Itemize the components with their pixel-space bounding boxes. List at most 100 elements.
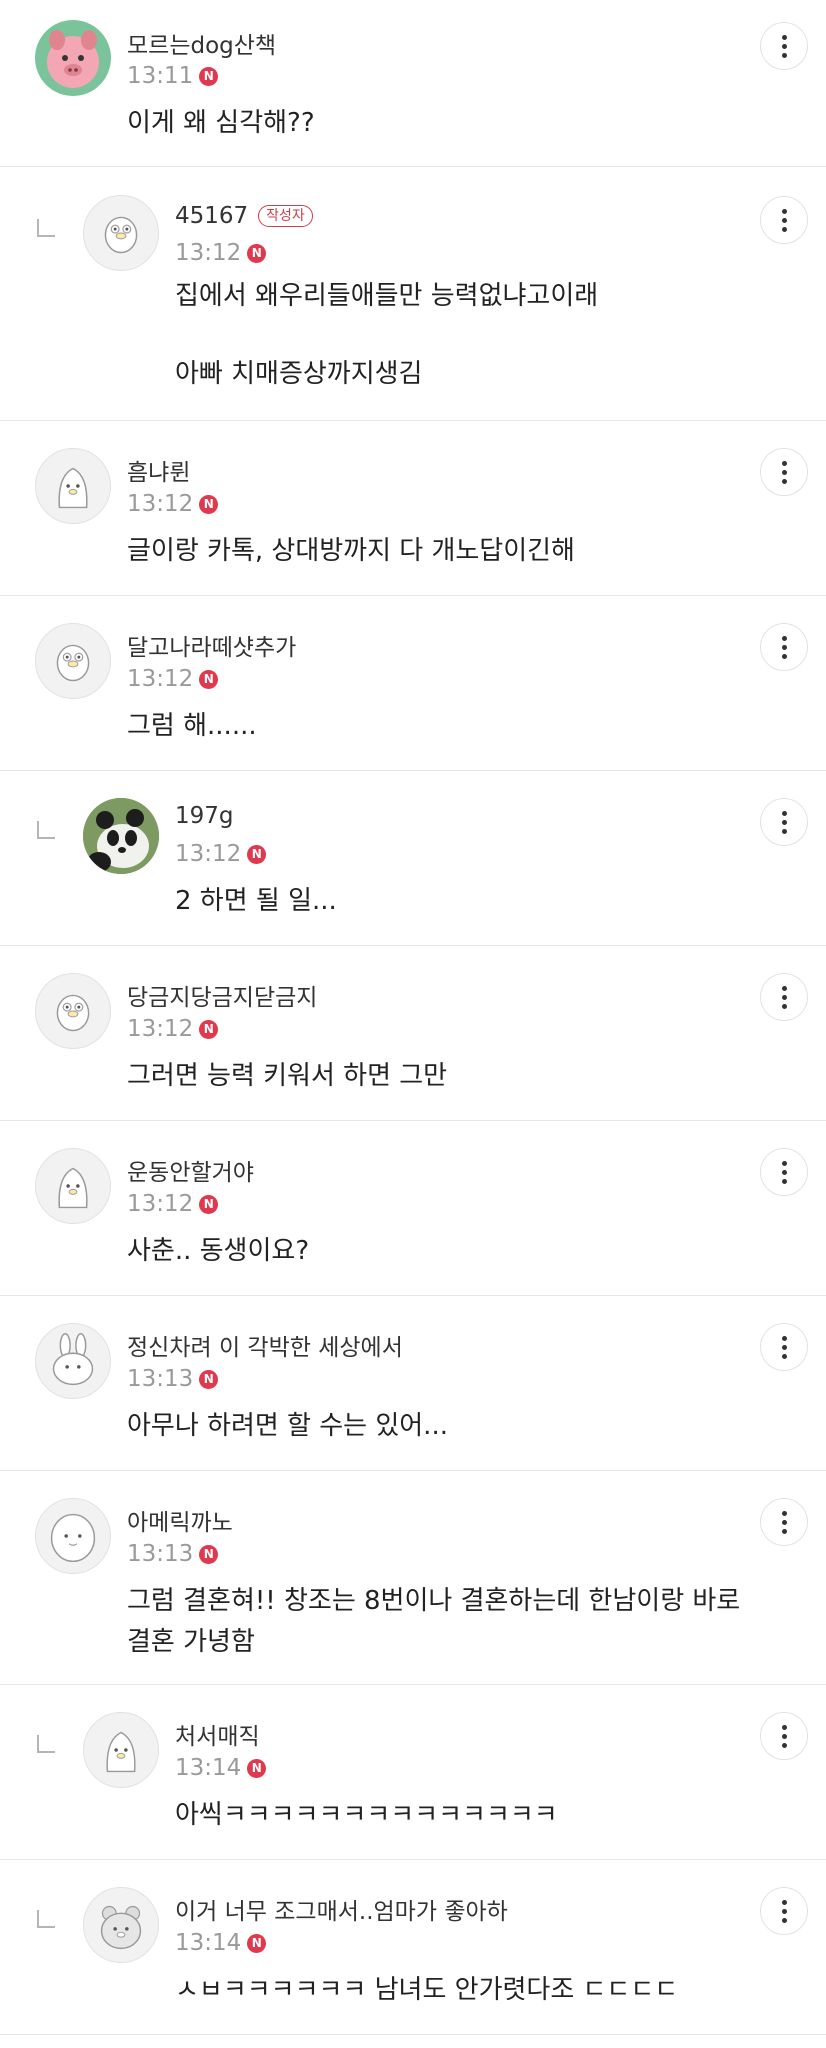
more-options-button[interactable] xyxy=(760,22,808,70)
panda-avatar[interactable] xyxy=(83,798,159,874)
comment-text: 이게 왜 심각해?? xyxy=(127,103,315,144)
comment-text: ㅅㅂㅋㅋㅋㅋㅋㅋ 남녀도 안가렷다조 ㄷㄷㄷㄷ xyxy=(175,1970,678,2011)
comment-text: 글이랑 카톡, 상대방까지 다 개노답이긴해 xyxy=(127,531,575,572)
time-text: 13:12 xyxy=(175,841,242,867)
default-avatar[interactable] xyxy=(35,1148,111,1224)
timestamp: 13:13 N xyxy=(127,1541,219,1567)
nickname-text: 처서매직 xyxy=(175,1724,260,1750)
comment-line xyxy=(175,316,598,355)
time-text: 13:12 xyxy=(127,666,194,692)
comment-line: 그럼 해...... xyxy=(127,711,257,741)
comment-item: 정신차려 이 각박한 세상에서 13:13 N 아무나 하려면 할 수는 있어..… xyxy=(0,1296,826,1471)
more-options-button[interactable] xyxy=(760,1148,808,1196)
comment-item-reply: 이거 너무 조그매서..엄마가 좋아하 13:14 N ㅅㅂㅋㅋㅋㅋㅋㅋ 남녀도 … xyxy=(0,1860,826,2035)
comment-line: 사춘.. 동생이요? xyxy=(127,1236,310,1266)
more-options-button[interactable] xyxy=(760,1887,808,1935)
default-avatar[interactable] xyxy=(35,973,111,1049)
nickname[interactable]: 이거 너무 조그매서..엄마가 좋아하 xyxy=(175,1892,508,1926)
comment-item-reply: 45167 작성자 13:12 N 집에서 왜우리들애들만 능력없냐고이래 아빠 치… xyxy=(0,167,826,421)
reply-arrow-icon xyxy=(37,1910,55,1928)
nickname-text: 달고나라떼샷추가 xyxy=(127,635,297,661)
comment-line: 아무나 하려면 할 수는 있어... xyxy=(127,1411,448,1441)
nickname[interactable]: 정신차려 이 각박한 세상에서 xyxy=(127,1328,403,1362)
nickname[interactable]: 흠냐륀 xyxy=(127,453,190,487)
comment-text: 아씩ㅋㅋㅋㅋㅋㅋㅋㅋㅋㅋㅋㅋㅋㅋ xyxy=(175,1795,558,1836)
nickname-text: 흠냐륀 xyxy=(127,460,191,486)
more-options-button[interactable] xyxy=(760,623,808,671)
nickname[interactable]: 45167 작성자 xyxy=(175,203,313,229)
timestamp: 13:13 N xyxy=(127,1366,219,1392)
default-avatar[interactable] xyxy=(35,1323,111,1399)
new-badge-icon: N xyxy=(199,1369,219,1389)
comment-line: 아빠 치매증상까지생김 xyxy=(175,359,423,389)
more-options-button[interactable] xyxy=(760,973,808,1021)
new-badge-icon: N xyxy=(199,1544,219,1564)
more-options-button[interactable] xyxy=(760,1712,808,1760)
reply-arrow-icon xyxy=(37,821,55,839)
comment-item-reply: 처서매직 13:14 N 아씩ㅋㅋㅋㅋㅋㅋㅋㅋㅋㅋㅋㅋㅋㅋ xyxy=(0,1685,826,1860)
comment-text: 그럼 해...... xyxy=(127,706,257,747)
new-badge-icon: N xyxy=(247,844,267,864)
more-options-button[interactable] xyxy=(760,448,808,496)
more-options-button[interactable] xyxy=(760,196,808,244)
comment-item: 흠냐륀 13:12 N 글이랑 카톡, 상대방까지 다 개노답이긴해 xyxy=(0,421,826,596)
nickname[interactable]: 당금지당금지닫금지 xyxy=(127,978,317,1012)
default-avatar[interactable] xyxy=(83,1712,159,1788)
comment-line: 집에서 왜우리들애들만 능력없냐고이래 xyxy=(175,281,599,311)
reply-arrow-icon xyxy=(37,1735,55,1753)
nickname[interactable]: 197g xyxy=(175,803,234,829)
nickname-text: 197g xyxy=(175,803,234,829)
new-badge-icon: N xyxy=(199,1019,219,1039)
comment-line: 결혼 가녕함 xyxy=(127,1627,255,1657)
nickname-text: 운동안할거야 xyxy=(127,1160,254,1186)
timestamp: 13:12 N xyxy=(127,1191,219,1217)
comment-line: 이게 왜 심각해?? xyxy=(127,108,315,138)
new-badge-icon: N xyxy=(247,1758,267,1778)
comment-text: 그럼 결혼혀!! 창조는 8번이나 결혼하는데 한남이랑 바로 결혼 가녕함 xyxy=(127,1581,740,1663)
comment-text: 2 하면 될 일... xyxy=(175,881,337,922)
author-badge: 작성자 xyxy=(258,205,313,227)
time-text: 13:13 xyxy=(127,1366,194,1392)
time-text: 13:12 xyxy=(175,240,242,266)
comment-item: 아메릭까노 13:13 N 그럼 결혼혀!! 창조는 8번이나 결혼하는데 한남이… xyxy=(0,1471,826,1685)
new-badge-icon: N xyxy=(199,1194,219,1214)
time-text: 13:13 xyxy=(127,1541,194,1567)
nickname-text: 아메릭까노 xyxy=(127,1510,233,1536)
more-options-button[interactable] xyxy=(760,1498,808,1546)
new-badge-icon: N xyxy=(199,66,219,86)
time-text: 13:12 xyxy=(127,1016,194,1042)
comment-line: 아씩ㅋㅋㅋㅋㅋㅋㅋㅋㅋㅋㅋㅋㅋㅋ xyxy=(175,1800,558,1830)
comment-item: 운동안할거야 13:12 N 사춘.. 동생이요? xyxy=(0,1121,826,1296)
pig-avatar[interactable] xyxy=(35,20,111,96)
timestamp: 13:12 N xyxy=(127,491,219,517)
default-avatar[interactable] xyxy=(83,195,159,271)
comment-line: 글이랑 카톡, 상대방까지 다 개노답이긴해 xyxy=(127,536,575,566)
nickname[interactable]: 달고나라떼샷추가 xyxy=(127,628,296,662)
comment-item: 달고나라떼샷추가 13:12 N 그럼 해...... xyxy=(0,596,826,771)
comment-text: 아무나 하려면 할 수는 있어... xyxy=(127,1406,448,1447)
new-badge-icon: N xyxy=(199,669,219,689)
comment-line: 그럼 결혼혀!! 창조는 8번이나 결혼하는데 한남이랑 바로 xyxy=(127,1586,741,1616)
nickname-text: 모르는dog산책 xyxy=(127,33,277,59)
more-options-button[interactable] xyxy=(760,798,808,846)
reply-arrow-icon xyxy=(37,219,55,237)
nickname-text: 당금지당금지닫금지 xyxy=(127,985,318,1011)
new-badge-icon: N xyxy=(247,1933,267,1953)
nickname[interactable]: 아메릭까노 xyxy=(127,1503,233,1537)
timestamp: 13:14 N xyxy=(175,1930,267,1956)
timestamp: 13:12 N xyxy=(127,1016,219,1042)
default-avatar[interactable] xyxy=(83,1887,159,1963)
new-badge-icon: N xyxy=(247,243,267,263)
nickname[interactable]: 모르는dog산책 xyxy=(127,26,276,60)
timestamp: 13:11 N xyxy=(127,63,219,89)
nickname[interactable]: 운동안할거야 xyxy=(127,1153,254,1187)
comment-item-reply: 197g 13:12 N 2 하면 될 일... xyxy=(0,771,826,946)
default-avatar[interactable] xyxy=(35,1498,111,1574)
default-avatar[interactable] xyxy=(35,448,111,524)
comment-line: 2 하면 될 일... xyxy=(175,886,337,916)
more-options-button[interactable] xyxy=(760,1323,808,1371)
nickname[interactable]: 처서매직 xyxy=(175,1717,260,1751)
default-avatar[interactable] xyxy=(35,623,111,699)
comment-line: ㅅㅂㅋㅋㅋㅋㅋㅋ 남녀도 안가렷다조 ㄷㄷㄷㄷ xyxy=(175,1975,679,2005)
nickname-text: 정신차려 이 각박한 세상에서 xyxy=(127,1335,403,1361)
